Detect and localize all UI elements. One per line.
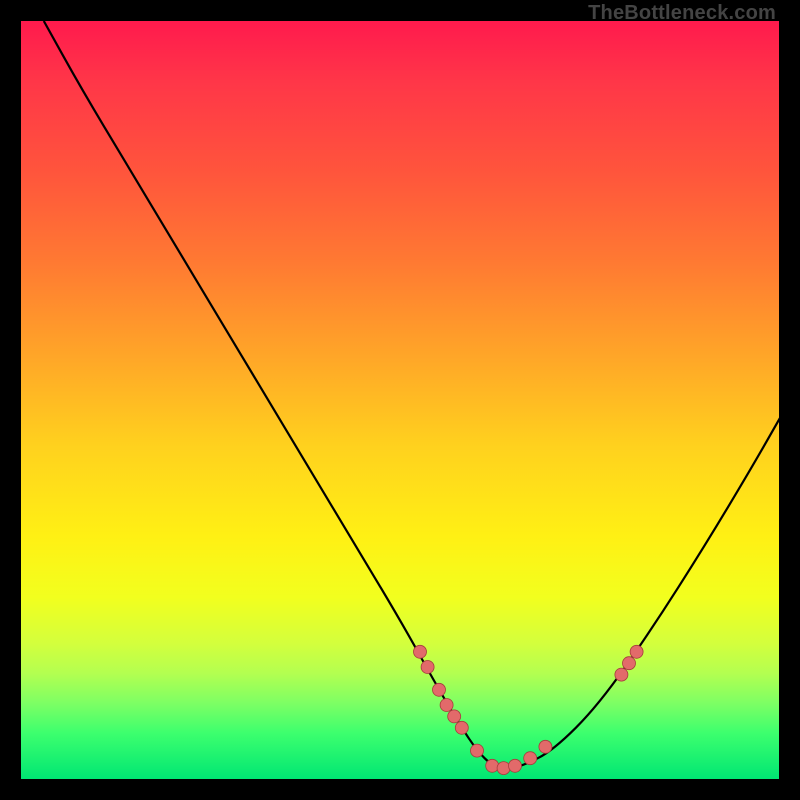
marker-dot xyxy=(623,657,636,670)
chart-svg xyxy=(21,21,781,781)
marker-dot xyxy=(471,744,484,757)
marker-dot xyxy=(455,721,468,734)
marker-dot xyxy=(448,710,461,723)
chart-container: TheBottleneck.com xyxy=(0,0,800,800)
marker-group xyxy=(414,645,644,774)
marker-dot xyxy=(433,683,446,696)
marker-dot xyxy=(630,645,643,658)
plot-area xyxy=(20,20,780,780)
marker-dot xyxy=(421,661,434,674)
marker-dot xyxy=(497,762,510,775)
marker-dot xyxy=(615,668,628,681)
marker-dot xyxy=(539,740,552,753)
marker-dot xyxy=(486,759,499,772)
marker-dot xyxy=(509,759,522,772)
marker-dot xyxy=(414,645,427,658)
bottleneck-curve xyxy=(44,21,781,768)
marker-dot xyxy=(440,699,453,712)
marker-dot xyxy=(524,752,537,765)
